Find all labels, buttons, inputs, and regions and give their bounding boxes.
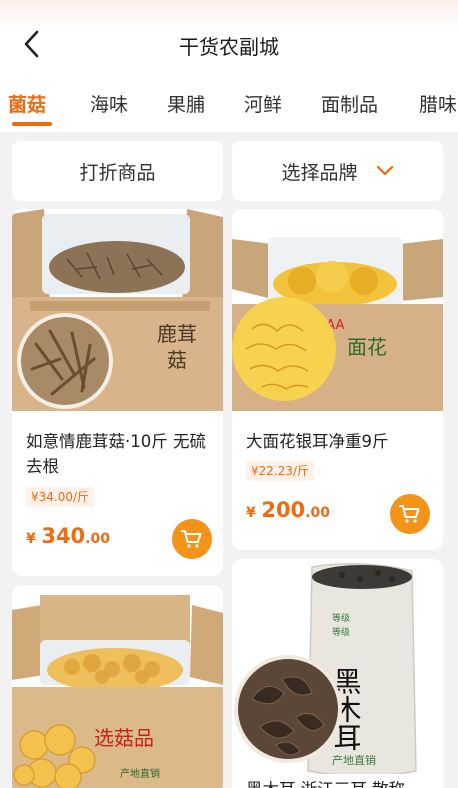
discount-filter-label: 打折商品 bbox=[79, 161, 156, 184]
price-decimal: .00 bbox=[305, 505, 330, 521]
product-image: AAA 面花 bbox=[232, 209, 443, 411]
price-integer: 200 bbox=[261, 498, 306, 522]
svg-text:面花: 面花 bbox=[347, 335, 387, 359]
product-name: 大面花银耳净重9斤 bbox=[246, 432, 389, 451]
product-card[interactable]: 鹿茸 菇 如意情鹿茸菇·10斤 无硫 去根 ¥34.00/斤 ¥ 340.00 bbox=[12, 209, 223, 576]
price-integer: 340 bbox=[41, 524, 86, 548]
active-tab-indicator bbox=[12, 122, 52, 126]
brand-filter-label: 选择品牌 bbox=[281, 161, 358, 184]
price-currency: ¥ bbox=[246, 505, 256, 521]
add-to-cart-button[interactable] bbox=[390, 494, 430, 534]
svg-text:菇: 菇 bbox=[167, 348, 187, 372]
tab-noodles[interactable]: 面制品 bbox=[321, 90, 378, 117]
tab-freshwater[interactable]: 河鲜 bbox=[244, 90, 282, 117]
product-card[interactable]: 等级 等级 黑木耳 产地直销 黑木耳 浙江三耳 散称 bbox=[232, 559, 443, 788]
tab-mushroom[interactable]: 菌菇 bbox=[8, 90, 46, 117]
product-price: ¥ 200.00 bbox=[246, 498, 330, 522]
price-currency: ¥ bbox=[26, 531, 36, 547]
svg-text:等级: 等级 bbox=[332, 626, 350, 638]
box-label: 选菇品 bbox=[94, 726, 154, 750]
tab-cured-meat[interactable]: 腊味 bbox=[419, 90, 457, 117]
unit-price-badge: ¥22.23/斤 bbox=[246, 461, 315, 481]
svg-text:鹿茸: 鹿茸 bbox=[157, 322, 197, 346]
tab-seafood[interactable]: 海味 bbox=[90, 90, 128, 117]
top-navigation-bar: 干货农副城 bbox=[0, 0, 458, 75]
product-name: 如意情鹿茸菇·10斤 无硫 去根 bbox=[26, 432, 206, 476]
category-tab-bar: 菌菇 海味 果脯 河鲜 面制品 腊味 bbox=[0, 75, 458, 132]
price-decimal: .00 bbox=[85, 531, 110, 547]
cart-icon bbox=[399, 505, 420, 523]
unit-price-badge: ¥34.00/斤 bbox=[26, 487, 95, 507]
product-name: 黑木耳 浙江三耳 散称 bbox=[246, 777, 436, 788]
bag-sublabel: 产地直销 bbox=[332, 753, 376, 767]
product-image: 选菇品 产地直销 bbox=[12, 585, 223, 788]
page-title: 干货农副城 bbox=[179, 35, 279, 59]
tab-dried-fruit[interactable]: 果脯 bbox=[167, 90, 205, 117]
chevron-down-icon bbox=[376, 165, 393, 176]
product-image: 等级 等级 黑木耳 产地直销 bbox=[232, 559, 443, 774]
brand-filter-dropdown[interactable]: 选择品牌 bbox=[232, 141, 443, 201]
add-to-cart-button[interactable] bbox=[172, 519, 212, 559]
product-card[interactable]: 选菇品 产地直销 bbox=[12, 585, 223, 788]
product-card[interactable]: AAA 面花 大面花银耳净重9斤 ¥22.23/斤 ¥ 200.00 bbox=[232, 209, 443, 550]
svg-text:等级: 等级 bbox=[332, 612, 350, 624]
discount-filter-button[interactable]: 打折商品 bbox=[12, 141, 223, 201]
cart-icon bbox=[181, 530, 202, 548]
product-price: ¥ 340.00 bbox=[26, 524, 110, 548]
product-image: 鹿茸 菇 bbox=[12, 209, 223, 411]
box-sublabel: 产地直销 bbox=[120, 767, 160, 780]
